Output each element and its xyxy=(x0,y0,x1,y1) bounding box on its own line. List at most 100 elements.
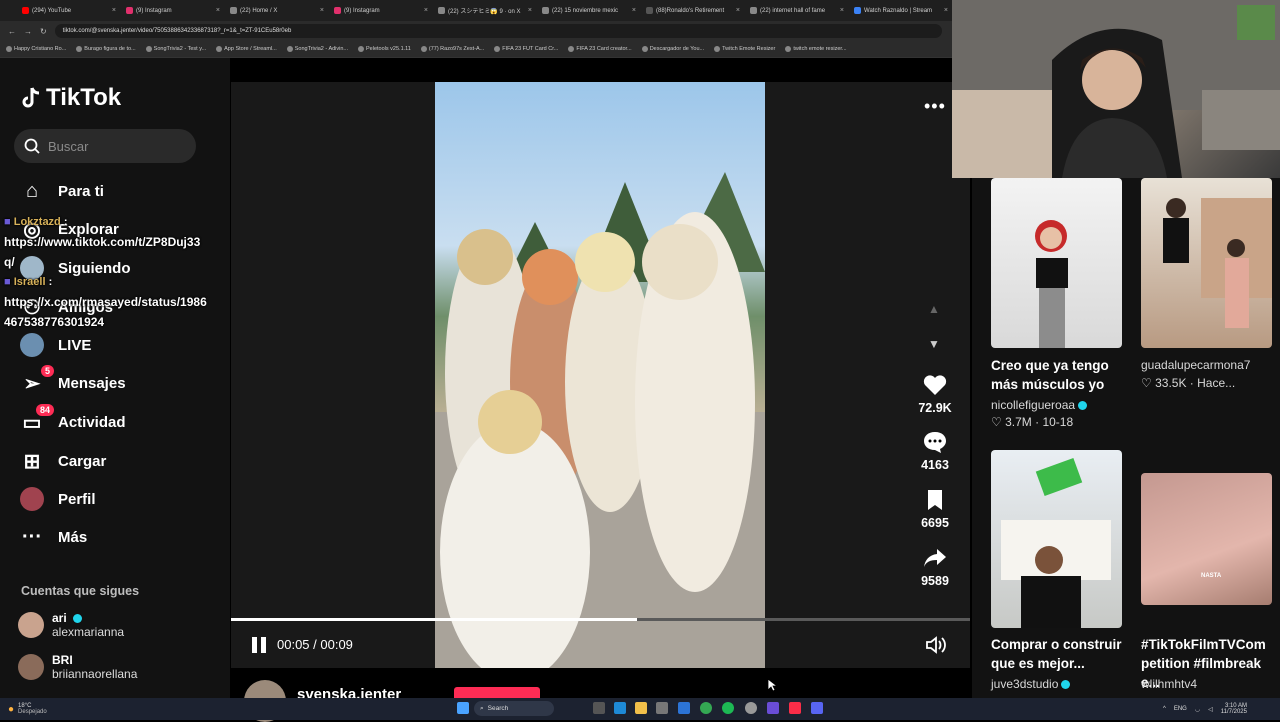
mail-icon[interactable] xyxy=(678,702,690,714)
speaker-icon[interactable]: ◁ xyxy=(1208,706,1213,713)
tab-label: (9) Instagram xyxy=(344,7,380,14)
tab-close-icon[interactable]: × xyxy=(736,7,740,14)
bookmark-label: twitch emote resizer... xyxy=(793,46,847,52)
sidebar-item-para ti[interactable]: ⌂ Para ti xyxy=(20,176,210,206)
browser-tab[interactable]: (22) Home / X × xyxy=(226,2,328,19)
spotify-icon[interactable] xyxy=(722,702,734,714)
sidebar-item-cargar[interactable]: ⊞ Cargar xyxy=(20,446,210,476)
next-video-icon[interactable]: ▼ xyxy=(928,337,940,351)
tab-close-icon[interactable]: × xyxy=(632,7,636,14)
start-icon[interactable] xyxy=(457,702,469,714)
reload-icon[interactable]: ↻ xyxy=(40,27,47,36)
browser-tab[interactable]: (22) 15 noviembre mexic × xyxy=(538,2,640,19)
previous-video-icon[interactable]: ▲ xyxy=(928,302,940,316)
sidebar-item-perfil[interactable]: Perfil xyxy=(20,484,210,514)
bookmark-favicon-icon xyxy=(420,46,427,52)
tab-close-icon[interactable]: × xyxy=(840,7,844,14)
recommended-title[interactable]: Creo que ya tengo más músculos yo xyxy=(991,356,1131,394)
bookmark-label: Happy Cristiano Ro... xyxy=(14,46,67,52)
bookmark-item[interactable]: Burago figura de to... xyxy=(76,46,136,52)
mouse-cursor-icon xyxy=(767,678,777,692)
obs-icon[interactable] xyxy=(767,702,779,714)
tab-close-icon[interactable]: × xyxy=(528,7,532,14)
back-icon[interactable]: ← xyxy=(8,27,16,36)
video-thumbnail[interactable] xyxy=(991,450,1122,628)
more-options-icon[interactable]: ••• xyxy=(924,96,946,117)
bookmark-favicon-icon xyxy=(216,46,223,52)
url-text: tiktok.com/@svenska.jenter/video/7505388… xyxy=(62,28,292,34)
tab-close-icon[interactable]: × xyxy=(424,7,428,14)
language-indicator[interactable]: ENG xyxy=(1174,706,1187,712)
video-thumbnail[interactable]: NASTA xyxy=(1141,473,1272,605)
tab-close-icon[interactable]: × xyxy=(320,7,324,14)
sidebar-item-actividad[interactable]: ▭ 84 Actividad xyxy=(20,404,210,437)
tab-label: (88)Ronaldo's Retirement xyxy=(656,7,725,14)
recommended-title[interactable]: Comprar o construir que es mejor... xyxy=(991,635,1131,673)
tab-favicon-icon xyxy=(334,7,341,14)
following-title: Cuentas que sigues xyxy=(21,584,140,598)
bookmark-item[interactable]: App Store / Streaml... xyxy=(216,46,277,52)
chat-username: Lokztazd xyxy=(13,216,61,228)
sidebar-item-label: Perfil xyxy=(58,490,96,508)
weather-desc: Despejado xyxy=(18,709,47,715)
bookmark-item[interactable]: Happy Cristiano Ro... xyxy=(6,46,66,52)
following-account[interactable]: ari alexmarianna xyxy=(18,611,124,639)
video-thumbnail[interactable] xyxy=(1141,178,1272,348)
folder-icon[interactable] xyxy=(635,702,647,714)
sidebar-item-live[interactable]: LIVE xyxy=(20,330,210,360)
bookmark-item[interactable]: Descargador de You... xyxy=(641,46,704,52)
chrome-icon[interactable] xyxy=(700,702,712,714)
save-button[interactable]: 6695 xyxy=(912,489,958,530)
recommended-author[interactable]: nicollefigueroaa xyxy=(991,398,1088,412)
bookmark-item[interactable]: FIFA 23 Card creator... xyxy=(568,46,632,52)
store-icon[interactable] xyxy=(656,702,668,714)
discord-icon[interactable] xyxy=(811,702,823,714)
browser-tab[interactable]: (294) YouTube × xyxy=(18,2,120,19)
bookmark-item[interactable]: Peletools v25.1.11 xyxy=(358,46,411,52)
tray-chevron-icon[interactable]: ^ xyxy=(1163,706,1166,712)
comment-count: 4163 xyxy=(921,458,949,472)
pause-icon[interactable] xyxy=(250,636,268,654)
video-frame[interactable] xyxy=(435,82,765,668)
steam-icon[interactable] xyxy=(745,702,757,714)
browser-tab[interactable]: (88)Ronaldo's Retirement × xyxy=(642,2,744,19)
browser-tab[interactable]: (9) Instagram × xyxy=(122,2,224,19)
sidebar-item-más[interactable]: ··· Más xyxy=(20,522,210,552)
tiktok-logo[interactable]: TikTok xyxy=(20,84,121,112)
wifi-icon[interactable]: ◡ xyxy=(1195,706,1200,713)
browser-tab[interactable]: (22) internet hall of fame × xyxy=(746,2,848,19)
bookmark-item[interactable]: FIFA 23 FUT Card Cr... xyxy=(494,46,558,52)
bookmark-item[interactable]: SongTrivia2 - Adivin... xyxy=(286,46,348,52)
recommended-author[interactable]: juve3dstudio xyxy=(991,677,1071,691)
edge-icon[interactable] xyxy=(614,702,626,714)
clock[interactable]: 3:10 AM 11/7/2025 xyxy=(1221,703,1247,715)
plus-square-icon: ⊞ xyxy=(23,450,41,473)
bookmark-item[interactable]: SongTrivia2 - Test y... xyxy=(145,46,206,52)
sidebar-item-label: Más xyxy=(58,528,88,546)
recommended-author[interactable]: guadalupecarmona7 xyxy=(1141,358,1250,372)
comment-button[interactable]: 4163 xyxy=(912,431,958,472)
video-thumbnail[interactable] xyxy=(991,178,1122,348)
browser-tab[interactable]: (22) スシテヒミ😱 9 · on X × xyxy=(434,2,536,19)
volume-icon[interactable] xyxy=(925,635,947,655)
following-account[interactable]: BRI briiannaorellana xyxy=(18,653,137,681)
forward-icon[interactable]: → xyxy=(24,27,32,36)
browser-tab[interactable]: Watch Raznaldo | Stream × xyxy=(850,2,952,19)
browser-tab[interactable]: (9) Instagram × xyxy=(330,2,432,19)
tab-close-icon[interactable]: × xyxy=(112,7,116,14)
music-icon[interactable] xyxy=(789,702,801,714)
like-button[interactable]: 72.9K xyxy=(912,374,958,415)
weather-widget[interactable]: ● 18°C Despejado xyxy=(8,703,47,715)
task-view-icon[interactable] xyxy=(593,702,605,714)
sidebar-item-mensajes[interactable]: ➢ 5 Mensajes xyxy=(20,365,210,398)
bookmark-item[interactable]: (77) Razo97s Zest-A... xyxy=(420,46,484,52)
recommended-author[interactable]: wlilhmhtv4 xyxy=(1141,677,1197,691)
bookmark-item[interactable]: Twitch Emote Resizer xyxy=(714,46,775,52)
tab-close-icon[interactable]: × xyxy=(944,7,948,14)
share-button[interactable]: 9589 xyxy=(912,547,958,588)
tab-close-icon[interactable]: × xyxy=(216,7,220,14)
search-input[interactable]: Buscar xyxy=(14,129,196,163)
url-field[interactable]: tiktok.com/@svenska.jenter/video/7505388… xyxy=(54,24,942,38)
bookmark-item[interactable]: twitch emote resizer... xyxy=(785,46,847,52)
taskbar-search[interactable]: ⌕ Search xyxy=(474,701,554,716)
